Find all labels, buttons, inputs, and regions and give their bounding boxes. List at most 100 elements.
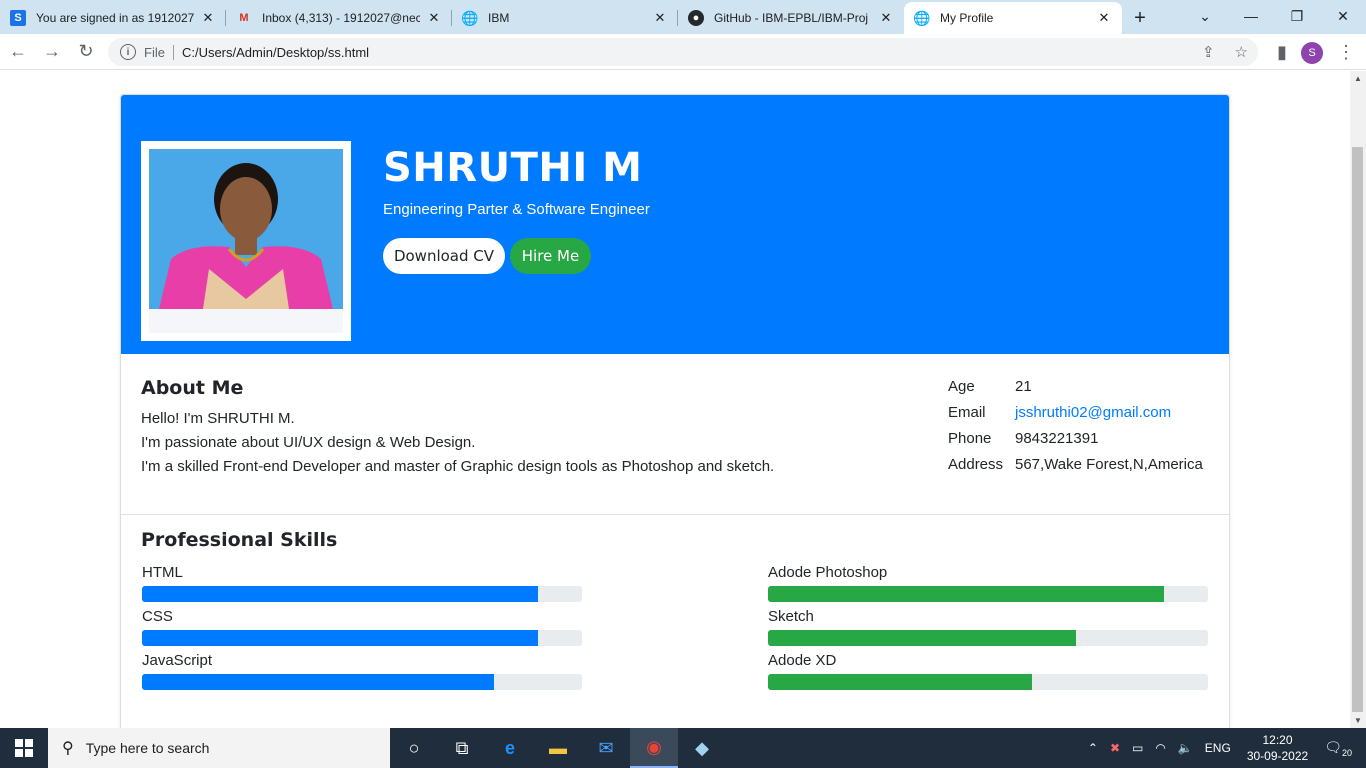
about-line: I'm a skilled Front-end Developer and ma… [141, 458, 775, 475]
tab-ibm[interactable]: 🌐 IBM ✕ [452, 2, 678, 34]
skill-progress-track [768, 630, 1208, 646]
info-value: 567,Wake Forest,N,America [1015, 456, 1203, 473]
page-viewport: SHRUTHI M Engineering Parter & Software … [0, 71, 1350, 728]
app-icon[interactable]: ◆ [678, 728, 726, 768]
close-icon[interactable]: ✕ [426, 10, 442, 26]
restore-button[interactable]: ❐ [1274, 0, 1320, 32]
side-panel-icon[interactable]: ▮ [1266, 36, 1298, 68]
tab-search-icon[interactable]: ⌄ [1182, 0, 1228, 32]
profile-header: SHRUTHI M Engineering Parter & Software … [121, 95, 1229, 354]
skill-label: Adode XD [768, 652, 837, 669]
email-link[interactable]: jsshruthi02@gmail.com [1015, 404, 1171, 421]
hire-me-button[interactable]: Hire Me [510, 238, 591, 274]
about-line: Hello! I'm SHRUTHI M. [141, 410, 295, 427]
language-indicator[interactable]: ENG [1205, 741, 1231, 755]
skill-label: JavaScript [142, 652, 213, 669]
skill-progress-fill [142, 674, 494, 690]
info-label: Address [948, 456, 1004, 473]
info-icon[interactable]: i [120, 44, 136, 60]
skill-label: CSS [142, 608, 173, 625]
tab-my-profile[interactable]: 🌐 My Profile ✕ [904, 2, 1122, 34]
skill-html: HTML [142, 564, 582, 602]
back-icon[interactable]: ← [2, 36, 34, 68]
info-label: Phone [948, 430, 992, 447]
menu-icon[interactable]: ⋮ [1330, 36, 1362, 68]
forward-icon[interactable]: → [36, 36, 68, 68]
clock-time: 12:20 [1262, 733, 1293, 747]
notification-count: 20 [1341, 747, 1352, 758]
cortana-icon[interactable]: ○ [390, 728, 438, 768]
portrait-icon [149, 149, 343, 333]
address-bar[interactable]: i File C:/Users/Admin/Desktop/ss.html ⇪ … [108, 38, 1258, 66]
wifi-icon[interactable]: ◠ [1155, 741, 1165, 755]
chrome-icon[interactable]: ◉ [630, 728, 678, 768]
close-icon[interactable]: ✕ [1096, 10, 1112, 26]
tab-github[interactable]: ● GitHub - IBM-EPBL/IBM-Proj ✕ [678, 2, 904, 34]
close-window-button[interactable]: ✕ [1320, 0, 1366, 32]
globe-icon: 🌐 [913, 9, 931, 26]
section-divider [121, 514, 1229, 515]
windows-start-icon[interactable] [0, 728, 48, 768]
new-tab-button[interactable]: + [1122, 2, 1158, 34]
tab-title: Inbox (4,313) - 1912027@nec [262, 11, 420, 25]
page-scrollbar[interactable]: ▲ ▼ [1350, 71, 1366, 728]
minimize-button[interactable]: — [1228, 0, 1274, 32]
skill-progress-fill [768, 586, 1164, 602]
skill-progress-track [142, 586, 582, 602]
info-row-email: Email jsshruthi02@gmail.com [948, 404, 1203, 430]
volume-icon[interactable]: 🔈 [1178, 741, 1193, 755]
skill-progress-fill [142, 630, 538, 646]
close-icon[interactable]: ✕ [652, 10, 668, 26]
bookmark-star-icon[interactable]: ☆ [1235, 43, 1248, 61]
skill-xd: Adode XD [768, 652, 1208, 690]
skill-label: Adode Photoshop [768, 564, 888, 581]
battery-icon[interactable]: ▭ [1132, 741, 1143, 755]
file-label: File [144, 44, 174, 60]
chevron-up-icon[interactable]: ⌃ [1088, 741, 1098, 755]
url-text[interactable]: C:/Users/Admin/Desktop/ss.html [182, 45, 369, 60]
close-icon[interactable]: ✕ [878, 10, 894, 26]
file-explorer-icon[interactable]: ▬ [534, 728, 582, 768]
about-line: I'm passionate about UI/UX design & Web … [141, 434, 476, 451]
tab-signed-in[interactable]: S You are signed in as 1912027 ✕ [0, 2, 226, 34]
windows-taskbar: ⚲ Type here to search ○ ⧉ e ▬ ✉ ◉ ◆ ⌃ ✖ … [0, 728, 1366, 768]
tab-title: My Profile [940, 11, 994, 25]
profile-photo [141, 141, 351, 341]
skill-css: CSS [142, 608, 582, 646]
info-label: Email [948, 404, 986, 421]
clock-date: 30-09-2022 [1246, 749, 1309, 763]
skill-progress-track [142, 674, 582, 690]
info-label: Age [948, 378, 975, 395]
share-icon[interactable]: ⇪ [1202, 43, 1215, 61]
globe-icon: 🌐 [461, 9, 479, 26]
network-warning-icon[interactable]: ✖ [1110, 741, 1120, 755]
skill-label: HTML [142, 564, 183, 581]
s-favicon-icon: S [10, 10, 26, 26]
scroll-down-icon[interactable]: ▼ [1350, 716, 1366, 725]
tab-title: IBM [488, 11, 510, 25]
skill-progress-track [768, 586, 1208, 602]
avatar[interactable]: S [1301, 42, 1323, 64]
notification-icon[interactable]: 🗨20 [1324, 739, 1352, 758]
skill-progress-fill [142, 586, 538, 602]
github-icon: ● [688, 10, 704, 26]
scrollbar-thumb[interactable] [1352, 147, 1363, 712]
profile-subtitle: Engineering Parter & Software Engineer [383, 201, 650, 218]
download-cv-button[interactable]: Download CV [383, 238, 505, 274]
close-icon[interactable]: ✕ [200, 10, 216, 26]
info-value: 9843221391 [1015, 430, 1099, 447]
reload-icon[interactable]: ↻ [70, 36, 102, 68]
scroll-up-icon[interactable]: ▲ [1350, 74, 1366, 83]
skill-javascript: JavaScript [142, 652, 582, 690]
skill-photoshop: Adode Photoshop [768, 564, 1208, 602]
edge-icon[interactable]: e [486, 728, 534, 768]
clock[interactable]: 12:20 30-09-2022 [1247, 732, 1308, 764]
skill-progress-track [142, 630, 582, 646]
skill-sketch: Sketch [768, 608, 1208, 646]
mail-icon[interactable]: ✉ [582, 728, 630, 768]
task-view-icon[interactable]: ⧉ [438, 728, 486, 768]
skill-progress-fill [768, 674, 1032, 690]
info-row-phone: Phone 9843221391 [948, 430, 1203, 456]
taskbar-search[interactable]: ⚲ Type here to search [48, 728, 390, 768]
tab-inbox[interactable]: M Inbox (4,313) - 1912027@nec ✕ [226, 2, 452, 34]
